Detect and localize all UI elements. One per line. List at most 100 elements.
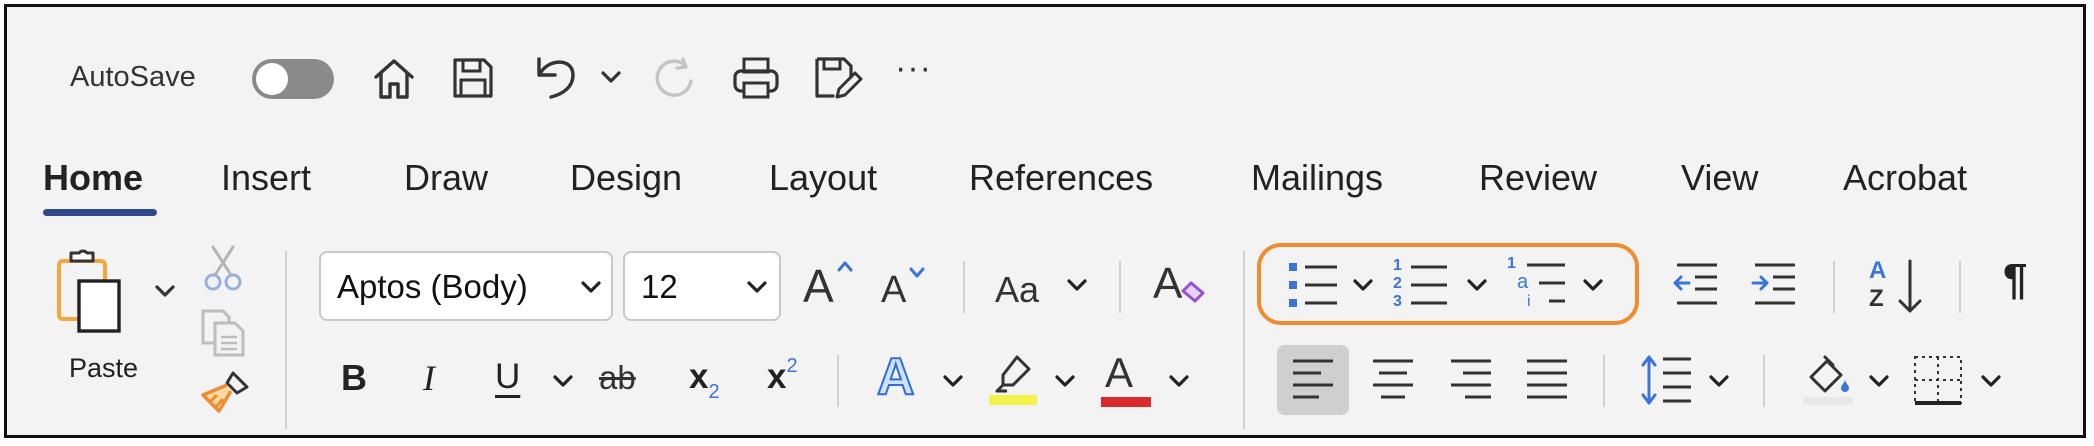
caret-up-icon xyxy=(837,261,853,272)
tab-view[interactable]: View xyxy=(1681,157,1758,199)
font-color-swatch xyxy=(1101,397,1151,407)
subscript-mark: 2 xyxy=(708,381,720,403)
separator xyxy=(1763,355,1765,407)
shrink-font-glyph: A xyxy=(881,269,907,311)
eraser-icon xyxy=(1181,281,1205,303)
grow-font-button[interactable]: A xyxy=(803,259,834,313)
tab-acrobat[interactable]: Acrobat xyxy=(1843,157,1967,199)
separator xyxy=(1119,261,1121,313)
separator xyxy=(1959,261,1961,313)
multilevel-mark-1: 1 xyxy=(1507,255,1516,272)
grow-font-glyph: A xyxy=(803,260,834,312)
separator xyxy=(837,355,839,407)
chevron-down-icon xyxy=(581,281,601,293)
numbering-mark: 2 xyxy=(1393,275,1402,292)
more-icon[interactable]: ··· xyxy=(895,49,932,88)
font-size-value: 12 xyxy=(641,268,678,305)
align-right-icon[interactable] xyxy=(1447,355,1495,405)
multilevel-list-button[interactable]: 1 a i xyxy=(1507,255,1571,315)
save-icon[interactable] xyxy=(448,53,498,103)
chevron-down-icon[interactable] xyxy=(1351,277,1375,295)
active-tab-indicator xyxy=(43,209,157,216)
chevron-down-icon xyxy=(747,281,767,293)
chevron-down-icon[interactable] xyxy=(941,373,965,391)
tab-home[interactable]: Home xyxy=(43,157,143,199)
separator xyxy=(963,261,965,313)
superscript-button[interactable]: x2 xyxy=(767,355,798,397)
redo-icon[interactable] xyxy=(649,53,699,103)
tab-draw[interactable]: Draw xyxy=(404,157,488,199)
chevron-down-icon[interactable] xyxy=(1167,373,1191,391)
bullets-icon[interactable] xyxy=(1285,259,1341,311)
tab-references[interactable]: References xyxy=(969,157,1153,199)
tab-mailings[interactable]: Mailings xyxy=(1251,157,1383,199)
show-formatting-button[interactable]: ¶ xyxy=(2003,255,2027,305)
align-left-icon[interactable] xyxy=(1289,355,1337,405)
decrease-indent-icon[interactable] xyxy=(1671,259,1723,311)
chevron-down-icon[interactable] xyxy=(1465,277,1489,295)
chevron-down-icon[interactable] xyxy=(1581,277,1605,295)
save-as-icon[interactable] xyxy=(811,51,865,105)
tab-insert[interactable]: Insert xyxy=(221,157,311,199)
paste-label[interactable]: Paste xyxy=(69,353,138,384)
superscript-mark: 2 xyxy=(786,355,798,377)
shading-icon[interactable] xyxy=(1801,353,1855,407)
italic-button[interactable]: I xyxy=(423,357,435,399)
separator xyxy=(1833,261,1835,313)
numbering-button[interactable]: 1 2 3 xyxy=(1393,257,1453,313)
strikethrough-button[interactable]: ab xyxy=(599,359,636,397)
paste-chevron-icon[interactable] xyxy=(153,283,177,301)
arrow-down-icon xyxy=(1898,259,1922,313)
chevron-down-icon[interactable] xyxy=(1979,373,2003,391)
chevron-down-icon[interactable] xyxy=(1707,373,1731,391)
separator xyxy=(1243,251,1245,429)
caret-down-icon xyxy=(909,267,925,278)
numbering-lines-icon xyxy=(1411,265,1447,305)
ribbon-window: AutoSave ··· Home Insert Draw Design Lay… xyxy=(4,4,2086,438)
autosave-label: AutoSave xyxy=(70,61,196,93)
superscript-base: x xyxy=(767,357,787,396)
undo-icon[interactable] xyxy=(529,49,583,103)
align-center-icon[interactable] xyxy=(1369,355,1417,405)
chevron-down-icon[interactable] xyxy=(551,373,575,391)
tab-layout[interactable]: Layout xyxy=(769,157,877,199)
font-name-dropdown[interactable]: Aptos (Body) xyxy=(319,251,613,321)
autosave-toggle[interactable] xyxy=(252,59,334,99)
tab-review[interactable]: Review xyxy=(1479,157,1597,199)
sort-button[interactable]: A Z xyxy=(1869,257,1929,317)
separator xyxy=(1603,355,1605,407)
text-effects-button[interactable]: A xyxy=(876,347,916,407)
chevron-down-icon[interactable] xyxy=(1867,373,1891,391)
highlighter-icon[interactable] xyxy=(987,353,1041,407)
sort-letter-a: A xyxy=(1869,257,1887,284)
toggle-knob xyxy=(256,63,288,95)
separator xyxy=(285,251,287,429)
paste-icon[interactable] xyxy=(55,243,125,339)
increase-indent-icon[interactable] xyxy=(1749,259,1801,311)
subscript-base: x xyxy=(689,357,709,396)
font-size-dropdown[interactable]: 12 xyxy=(623,251,781,321)
shrink-font-button[interactable]: A xyxy=(881,269,906,312)
copy-icon[interactable] xyxy=(199,307,249,359)
subscript-button[interactable]: x2 xyxy=(689,357,720,403)
numbering-mark: 1 xyxy=(1393,257,1402,274)
numbering-mark: 3 xyxy=(1393,293,1402,310)
change-case-glyph: Aa xyxy=(995,269,1040,310)
chevron-down-icon[interactable] xyxy=(1053,373,1077,391)
borders-icon[interactable] xyxy=(1911,353,1965,407)
cut-icon[interactable] xyxy=(203,243,243,293)
line-spacing-icon[interactable] xyxy=(1639,351,1695,409)
change-case-button[interactable]: Aa xyxy=(995,269,1039,311)
chevron-down-icon[interactable] xyxy=(599,69,623,87)
font-color-button[interactable]: A xyxy=(1105,349,1133,397)
underline-button[interactable]: U xyxy=(495,357,520,397)
bold-button[interactable]: B xyxy=(341,357,367,399)
tab-design[interactable]: Design xyxy=(570,157,682,199)
justify-icon[interactable] xyxy=(1523,355,1571,405)
print-icon[interactable] xyxy=(729,53,783,103)
sort-letter-z: Z xyxy=(1869,285,1884,312)
font-name-value: Aptos (Body) xyxy=(337,268,528,305)
format-painter-icon[interactable] xyxy=(197,369,253,419)
home-icon[interactable] xyxy=(369,53,419,103)
chevron-down-icon[interactable] xyxy=(1065,277,1089,295)
